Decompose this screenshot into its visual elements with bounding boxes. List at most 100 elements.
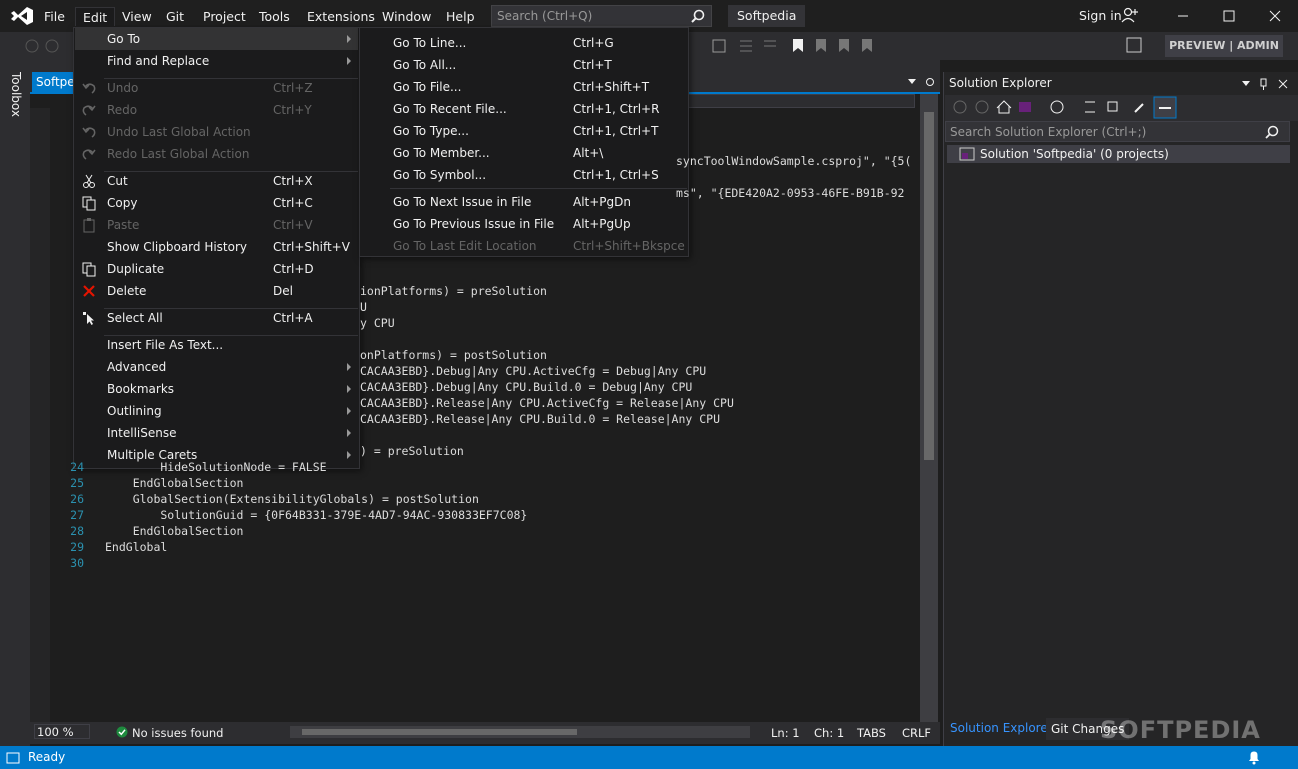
column-indicator[interactable]: Ch: 1 [814, 726, 844, 740]
code-line: CACAA3EBD}.Debug|Any CPU.Build.0 = Debug… [360, 380, 693, 394]
menu-item-shortcut: Ctrl+1, Ctrl+S [573, 168, 659, 182]
menu-help[interactable]: Help [439, 7, 482, 26]
menu-item-label: Delete [107, 284, 147, 298]
watermark: SOFTPEDIA [1100, 716, 1261, 744]
zoom-dropdown[interactable]: 100 % [34, 724, 90, 739]
tab-solution-explorer[interactable]: Solution Explorer [950, 721, 1053, 735]
menu-item-shortcut: Alt+PgDn [573, 195, 632, 209]
menu-extensions[interactable]: Extensions [300, 7, 382, 26]
submenu-arrow-icon [347, 363, 351, 371]
code-line: onPlatforms) = postSolution [360, 348, 547, 362]
menu-item-go-to[interactable]: Go To [75, 28, 358, 50]
se-search-placeholder: Search Solution Explorer (Ctrl+;) [950, 125, 1147, 139]
solution-tree-root[interactable]: Solution 'Softpedia' (0 projects) [980, 147, 1169, 161]
tab-options-icons[interactable] [906, 76, 936, 88]
menu-item-label: Undo [107, 81, 139, 95]
menu-item-shortcut: Ctrl+C [273, 196, 313, 210]
line-number: 26 [70, 492, 84, 506]
code-line: SolutionGuid = {0F64B331-379E-4AD7-94AC-… [105, 508, 528, 522]
menu-item-shortcut: Ctrl+Shift+V [273, 240, 350, 254]
maximize-icon[interactable] [1206, 4, 1252, 28]
menu-item-go-to-member[interactable]: Go To Member... Alt+\ [361, 142, 687, 164]
menu-item-label: Go To Type... [393, 124, 469, 138]
menu-separator [104, 78, 358, 79]
horizontal-scroll-thumb[interactable] [302, 729, 577, 735]
visual-studio-logo-icon[interactable] [10, 6, 34, 26]
menu-item-label: Select All [107, 311, 163, 325]
menu-item-shortcut: Ctrl+Shift+Bkspce [573, 239, 685, 253]
toolbox-strip [0, 60, 30, 746]
solution-explorer-title: Solution Explorer [949, 76, 1052, 90]
menu-item-find-and-replace[interactable]: Find and Replace [75, 50, 358, 72]
menu-item-go-to-type[interactable]: Go To Type... Ctrl+1, Ctrl+T [361, 120, 687, 142]
menu-item-copy[interactable]: Copy Ctrl+C [75, 192, 358, 214]
menu-item-go-to-file[interactable]: Go To File... Ctrl+Shift+T [361, 76, 687, 98]
solution-explorer-toolbar-icons[interactable] [945, 95, 1185, 121]
menu-item-duplicate[interactable]: Duplicate Ctrl+D [75, 258, 358, 280]
duplicate-icon [82, 262, 96, 277]
preview-admin-button[interactable]: PREVIEW | ADMIN [1165, 35, 1283, 57]
menu-item-outlining[interactable]: Outlining [75, 400, 358, 422]
menu-item-label: Go To Next Issue in File [393, 195, 532, 209]
menu-tools[interactable]: Tools [252, 7, 297, 26]
menu-item-bookmarks[interactable]: Bookmarks [75, 378, 358, 400]
menu-file[interactable]: File [37, 7, 72, 26]
document-tab[interactable]: Softpe [32, 72, 74, 93]
search-input[interactable]: Search (Ctrl+Q) [491, 5, 712, 27]
line-ending-indicator[interactable]: CRLF [902, 726, 931, 740]
issues-indicator[interactable]: No issues found [132, 726, 223, 740]
tabs-indicator[interactable]: TABS [857, 726, 886, 740]
menu-window[interactable]: Window [375, 7, 438, 26]
menu-item-delete[interactable]: Delete Del [75, 280, 358, 302]
menu-item-go-to-line[interactable]: Go To Line... Ctrl+G [361, 32, 687, 54]
menu-item-go-to-symbol[interactable]: Go To Symbol... Ctrl+1, Ctrl+S [361, 164, 687, 186]
solution-explorer-search-input[interactable]: Search Solution Explorer (Ctrl+;) [945, 121, 1290, 142]
menu-item-paste: Paste Ctrl+V [75, 214, 358, 236]
menu-item-show-clipboard-history[interactable]: Show Clipboard History Ctrl+Shift+V [75, 236, 358, 258]
redo-icon [82, 105, 96, 116]
code-line: ms", "{EDE420A2-0953-46FE-B91B-92 [676, 186, 905, 200]
line-number: 30 [70, 556, 84, 570]
submenu-arrow-icon [347, 57, 351, 65]
menu-item-go-to-next-issue-in-file[interactable]: Go To Next Issue in File Alt+PgDn [361, 191, 687, 213]
menu-item-shortcut: Ctrl+V [273, 218, 313, 232]
close-icon[interactable] [1252, 4, 1298, 28]
search-icon[interactable] [1265, 125, 1283, 139]
solution-explorer-toolbar [945, 95, 1298, 121]
vertical-scroll-thumb[interactable] [924, 112, 934, 460]
menu-item-go-to-all[interactable]: Go To All... Ctrl+T [361, 54, 687, 76]
menu-item-shortcut: Ctrl+A [273, 311, 313, 325]
menu-item-shortcut: Ctrl+1, Ctrl+T [573, 124, 659, 138]
menu-item-insert-file-as-text[interactable]: Insert File As Text... [75, 334, 358, 356]
code-line: EndGlobalSection [105, 524, 244, 538]
panel-controls-icons[interactable] [1240, 78, 1292, 90]
menu-item-advanced[interactable]: Advanced [75, 356, 358, 378]
line-number: 28 [70, 524, 84, 538]
code-line: ionPlatforms) = preSolution [360, 284, 547, 298]
minimize-icon[interactable] [1160, 4, 1206, 28]
menu-edit[interactable]: Edit [75, 7, 116, 26]
line-indicator[interactable]: Ln: 1 [771, 726, 800, 740]
menu-item-label: Show Clipboard History [107, 240, 248, 254]
menu-view[interactable]: View [115, 7, 159, 26]
menu-item-go-to-previous-issue-in-file[interactable]: Go To Previous Issue in File Alt+PgUp [361, 213, 687, 235]
user-add-icon[interactable] [1121, 6, 1139, 24]
menu-item-intellisense[interactable]: IntelliSense [75, 422, 358, 444]
sign-in-link[interactable]: Sign in [1079, 8, 1122, 23]
notification-bell-icon[interactable] [1246, 749, 1262, 765]
menu-item-label: Go To Member... [393, 146, 490, 160]
undo-icon [82, 83, 96, 94]
code-line: ) = preSolution [360, 444, 464, 458]
menu-git[interactable]: Git [159, 7, 191, 26]
menu-project[interactable]: Project [196, 7, 253, 26]
menu-item-go-to-recent-file[interactable]: Go To Recent File... Ctrl+1, Ctrl+R [361, 98, 687, 120]
menu-item-cut[interactable]: Cut Ctrl+X [75, 170, 358, 192]
code-line: syncToolWindowSample.csproj", "{5( [676, 154, 912, 168]
line-number: 27 [70, 508, 84, 522]
search-icon[interactable] [691, 9, 705, 23]
zoom-value: 100 % [37, 725, 74, 739]
toolbox-tab[interactable]: Toolbox [9, 72, 23, 117]
code-line: CACAA3EBD}.Release|Any CPU.ActiveCfg = R… [360, 396, 734, 410]
menu-item-select-all[interactable]: Select All Ctrl+A [75, 307, 358, 329]
menu-item-undo: Undo Ctrl+Z [75, 77, 358, 99]
